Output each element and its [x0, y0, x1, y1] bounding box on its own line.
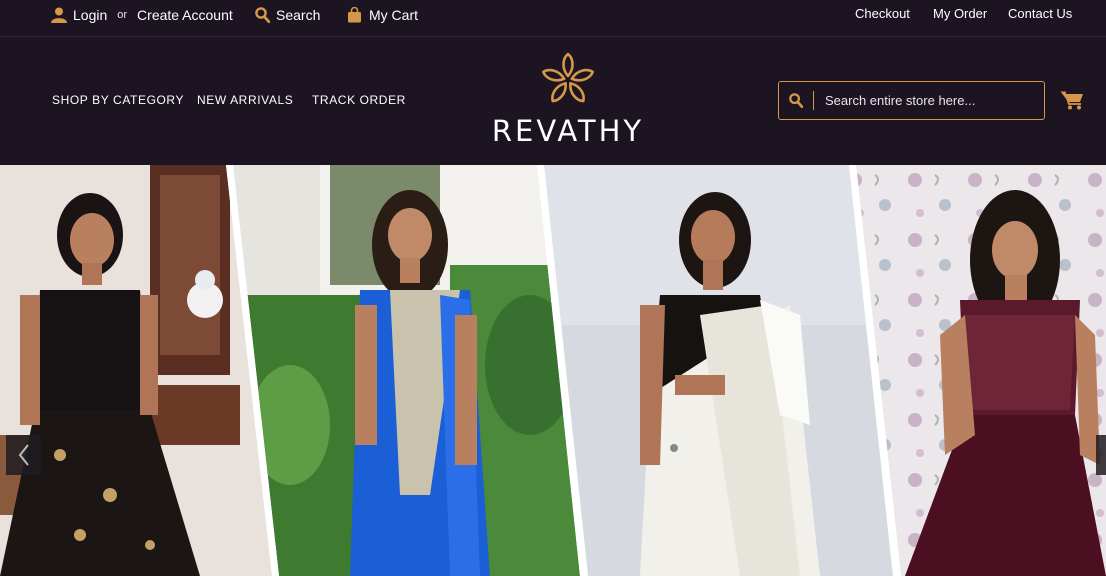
cart-icon[interactable] [1060, 90, 1084, 115]
shopping-bag-icon [347, 6, 362, 23]
create-account-link[interactable]: Create Account [137, 7, 233, 23]
checkout-link[interactable]: Checkout [855, 0, 910, 27]
nav-new-arrivals[interactable]: NEW ARRIVALS [197, 93, 293, 107]
main-header: SHOP BY CATEGORY NEW ARRIVALS TRACK ORDE… [0, 38, 1106, 165]
banner-slide-2[interactable] [225, 165, 585, 576]
nav-shop-by-category[interactable]: SHOP BY CATEGORY [52, 93, 184, 107]
search-icon [255, 6, 270, 23]
next-slide-button[interactable] [1096, 435, 1106, 475]
brand-logo[interactable]: REVATHY [480, 48, 656, 160]
hero-banner[interactable] [0, 165, 1106, 576]
top-utility-bar: Login or Create Account Search My Cart C… [0, 0, 1106, 37]
search-input[interactable] [814, 93, 1044, 108]
contact-us-link[interactable]: Contact Us [1008, 0, 1072, 27]
login-link[interactable]: Login [73, 7, 107, 23]
nav-track-order[interactable]: TRACK ORDER [312, 93, 406, 107]
search-link-label: Search [276, 6, 321, 23]
my-cart-link[interactable]: My Cart [347, 0, 418, 29]
my-order-link[interactable]: My Order [933, 0, 987, 27]
user-icon [51, 7, 67, 23]
my-cart-label: My Cart [369, 6, 418, 23]
search-icon[interactable] [779, 93, 813, 108]
flower-logo-icon [541, 52, 595, 103]
account-links: Login or Create Account [51, 0, 233, 29]
brand-name: REVATHY [491, 114, 645, 148]
store-search-box [778, 81, 1045, 120]
chevron-left-icon [18, 444, 29, 466]
banner-slide-3[interactable] [540, 165, 900, 576]
prev-slide-button[interactable] [6, 435, 41, 475]
or-separator: or [117, 8, 128, 21]
search-link[interactable]: Search [255, 0, 320, 29]
